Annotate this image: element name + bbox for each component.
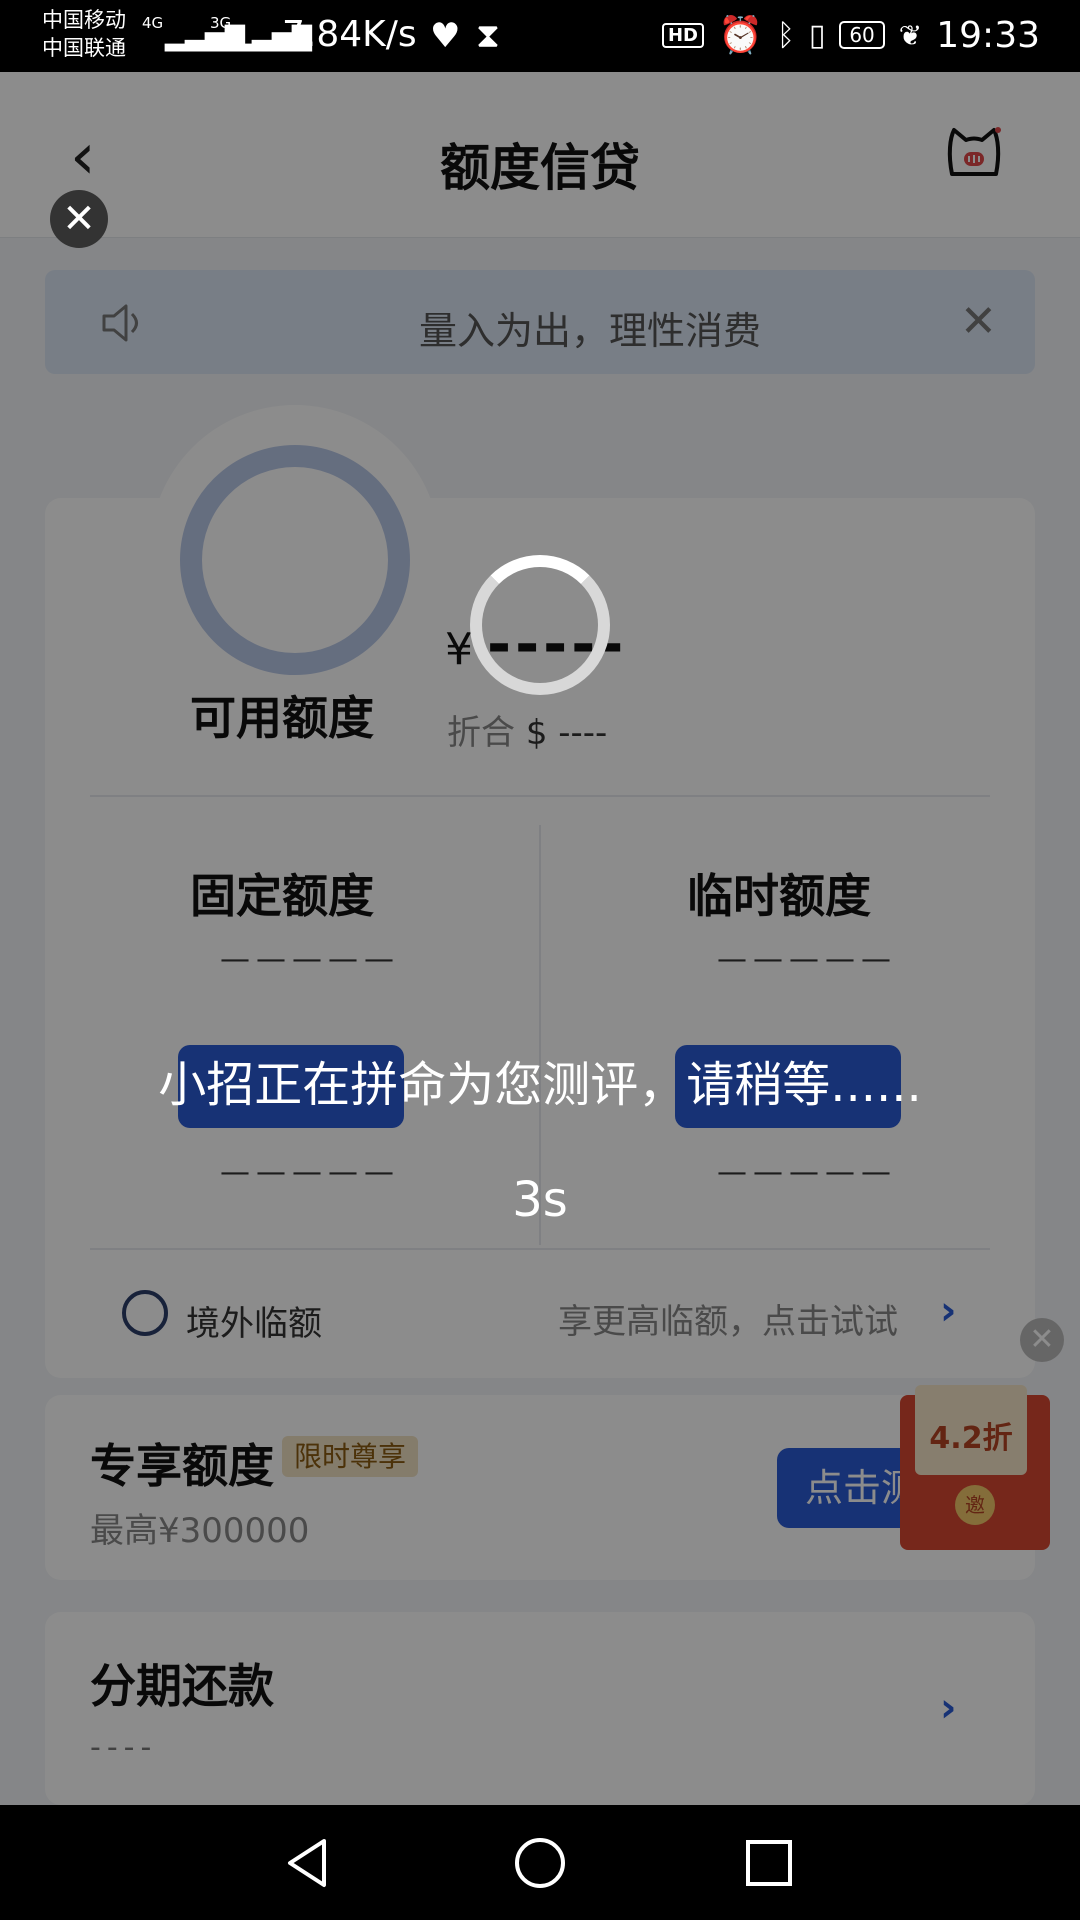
leaf-icon: ❦ [898,18,923,52]
carrier-2: 中国联通 [42,36,126,60]
battery-indicator: 60 [839,21,885,49]
hd-badge: HD [661,22,704,48]
hourglass-icon: ⧗ [476,16,500,56]
carrier-info: 中国移动 中国联通 [42,6,126,62]
nav-recent-icon[interactable] [746,1840,792,1886]
network-speed: 7.84K/s [282,14,417,55]
countdown-timer: 3s [512,1172,568,1228]
alarm-icon: ⏰ [717,15,763,56]
overlay-close-icon[interactable]: ✕ [50,190,108,248]
carrier-1: 中国移动 [42,8,126,32]
nav-back-icon[interactable] [282,1835,332,1891]
network-4g: 4G [142,14,164,32]
vibrate-icon: ▯ [808,17,826,53]
loading-spinner [470,555,610,695]
health-icon: ♥ [430,16,461,56]
nav-home-icon[interactable] [515,1838,565,1888]
clock-time: 19:33 [936,14,1040,56]
loading-message: 小招正在拼命为您测评，请稍等...... [158,1057,922,1113]
bluetooth-icon: ᛒ [776,17,795,53]
status-right: HD ⏰ ᛒ ▯ 60 ❦ 19:33 [661,14,1040,56]
loading-overlay [0,72,1080,1805]
